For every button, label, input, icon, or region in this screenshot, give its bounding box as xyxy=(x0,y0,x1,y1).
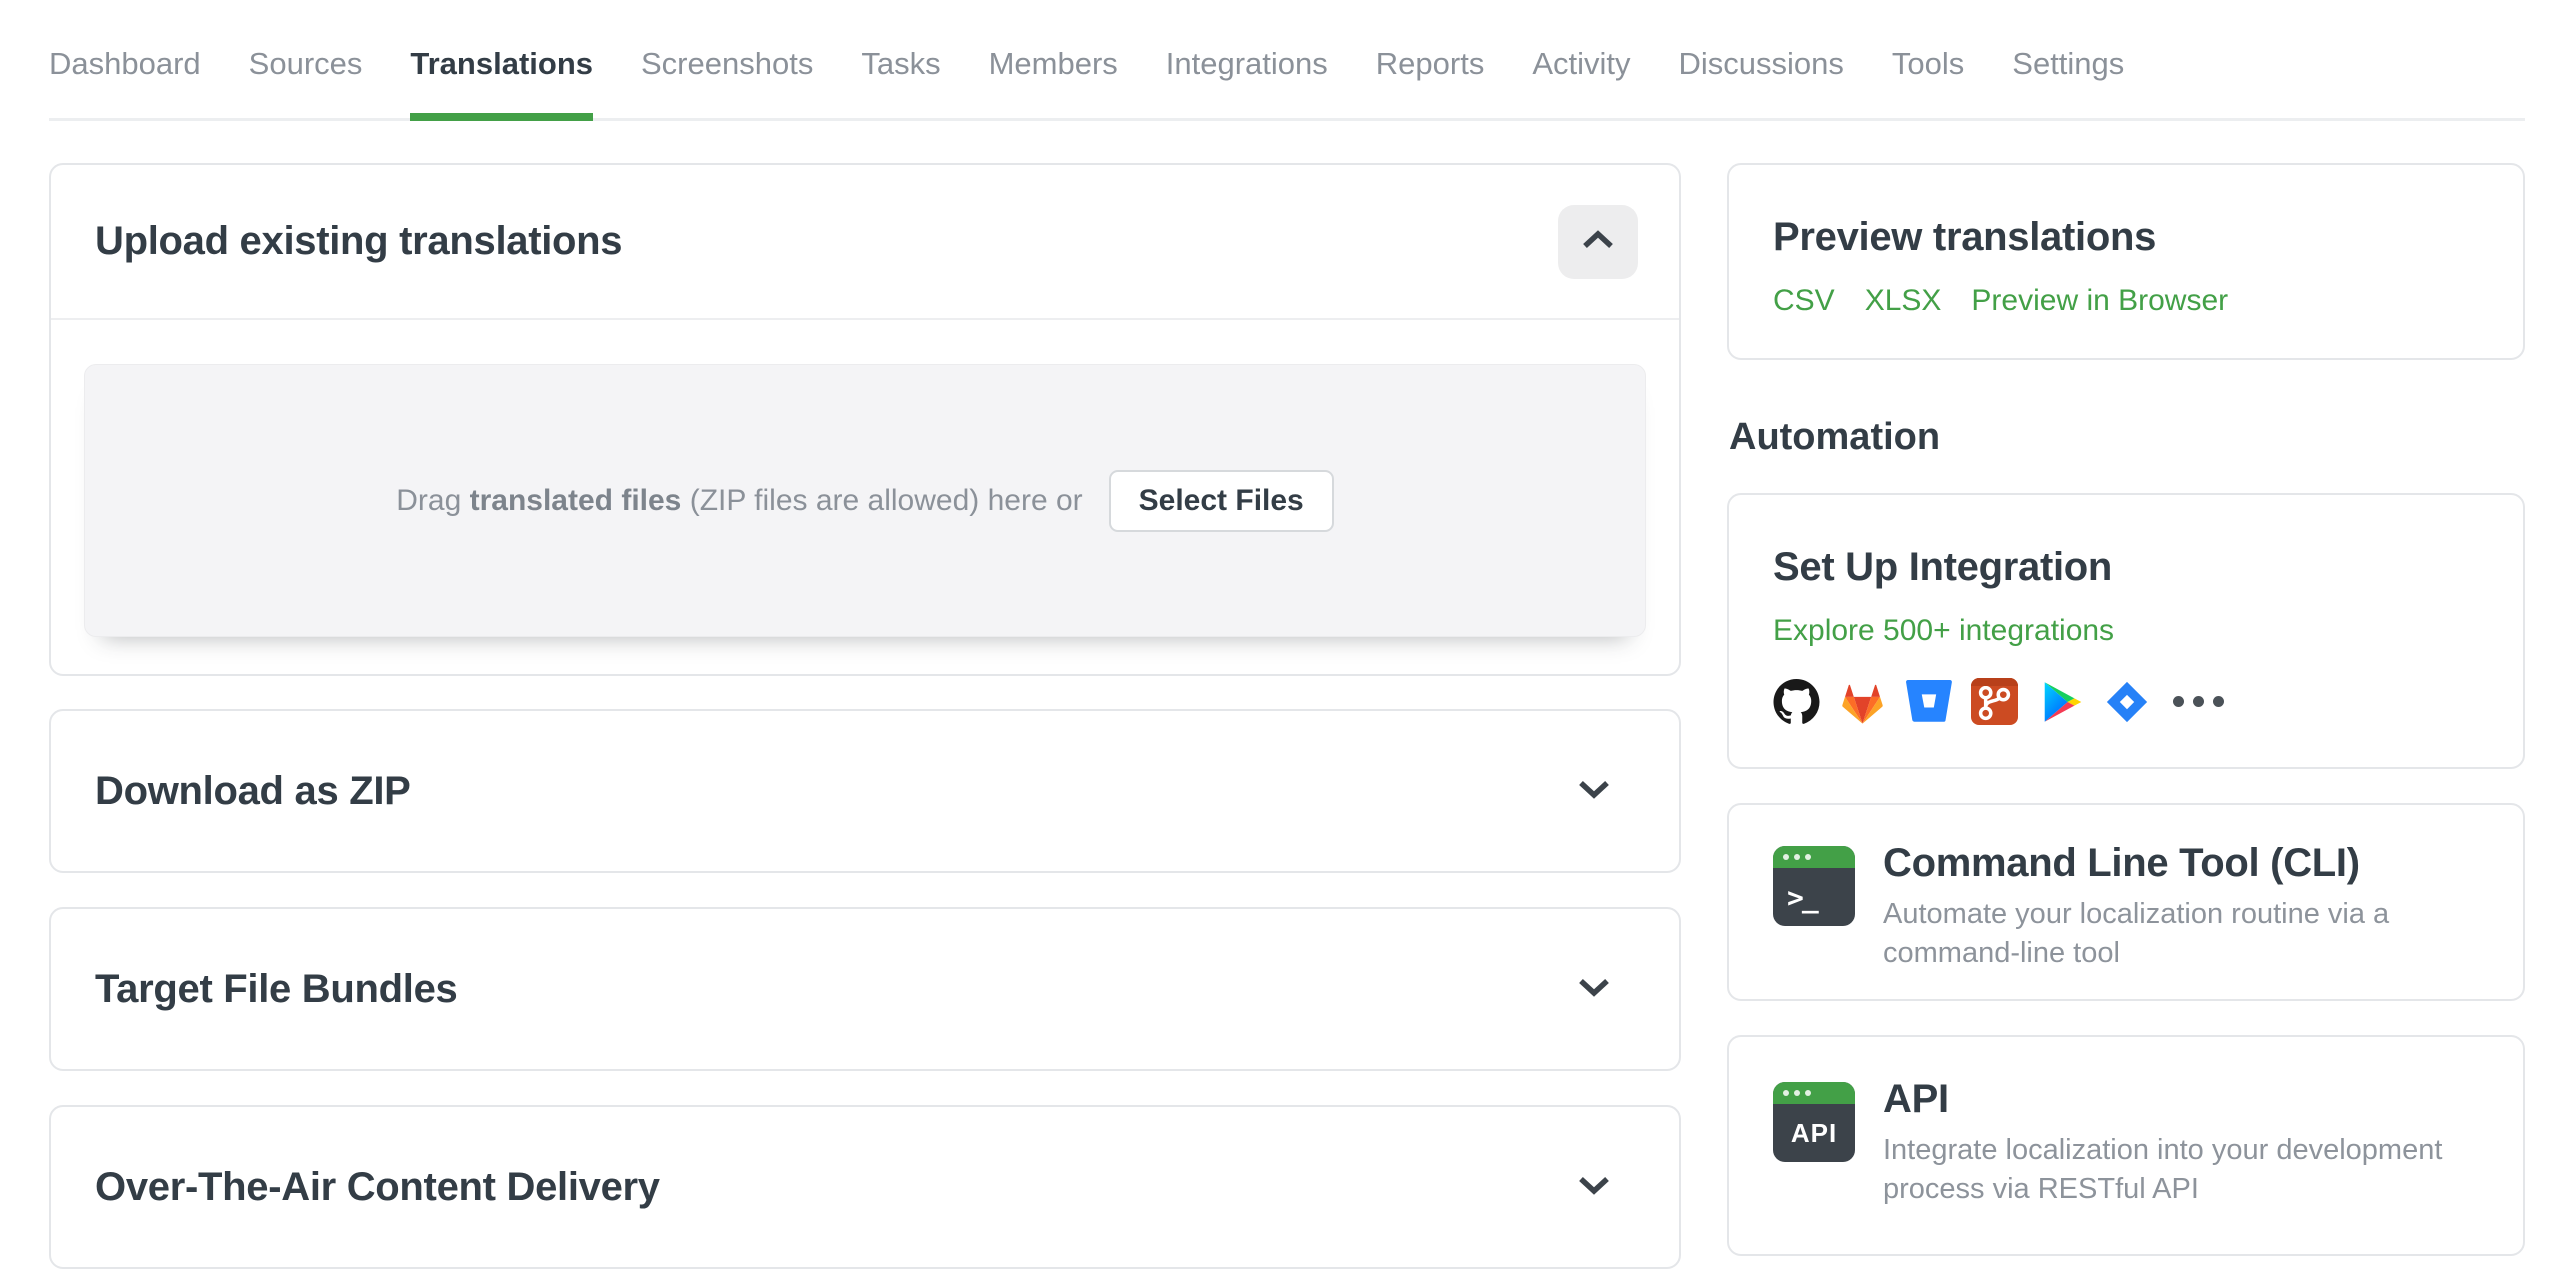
upload-existing-translations-card: Upload existing translations Drag transl… xyxy=(49,163,1681,676)
more-integrations-icon[interactable] xyxy=(2169,678,2227,725)
git-icon-lid xyxy=(1971,678,2018,686)
gitlab-icon[interactable] xyxy=(1839,678,1886,725)
github-icon[interactable] xyxy=(1773,678,1820,725)
terminal-prompt-label: >_ xyxy=(1787,880,1819,914)
chevron-up-icon xyxy=(1581,230,1615,253)
tab-dashboard[interactable]: Dashboard xyxy=(49,10,201,118)
preview-translations-card: Preview translations CSV XLSX Preview in… xyxy=(1727,163,2525,360)
dropzone-instructions: Drag translated files (ZIP files are all… xyxy=(396,483,1083,517)
preview-in-browser-link[interactable]: Preview in Browser xyxy=(1971,284,2228,318)
api-card[interactable]: API API Integrate localization into your… xyxy=(1727,1035,2525,1256)
cli-card-title: Command Line Tool (CLI) xyxy=(1883,841,2360,885)
download-as-zip-card[interactable]: Download as ZIP xyxy=(49,709,1681,873)
tab-translations[interactable]: Translations xyxy=(410,10,593,121)
set-up-integration-card: Set Up Integration Explore 500+ integrat… xyxy=(1727,493,2525,769)
terminal-icon: >_ xyxy=(1773,846,1855,926)
target-file-bundles-card[interactable]: Target File Bundles xyxy=(49,907,1681,1071)
automation-heading: Automation xyxy=(1729,416,1941,458)
upload-card-header: Upload existing translations xyxy=(51,165,1679,320)
select-files-button[interactable]: Select Files xyxy=(1108,469,1334,532)
ota-content-delivery-title: Over-The-Air Content Delivery xyxy=(95,1164,660,1209)
tab-tasks[interactable]: Tasks xyxy=(861,10,940,118)
api-icon: API xyxy=(1773,1082,1855,1162)
api-icon-label: API xyxy=(1790,1117,1838,1148)
tab-discussions[interactable]: Discussions xyxy=(1679,10,1844,118)
bitbucket-icon[interactable] xyxy=(1905,678,1952,725)
explore-integrations-link[interactable]: Explore 500+ integrations xyxy=(1773,614,2114,648)
tab-integrations[interactable]: Integrations xyxy=(1166,10,1328,118)
chevron-down-icon[interactable] xyxy=(1577,779,1611,804)
sidebar: Preview translations CSV XLSX Preview in… xyxy=(1727,163,2525,1288)
api-card-title: API xyxy=(1883,1077,1949,1121)
set-up-integration-title: Set Up Integration xyxy=(1773,545,2113,589)
tab-sources[interactable]: Sources xyxy=(249,10,363,118)
project-nav: Dashboard Sources Translations Screensho… xyxy=(49,0,2525,121)
upload-card-title: Upload existing translations xyxy=(95,219,623,263)
cli-card-text: Command Line Tool (CLI) Automate your lo… xyxy=(1883,841,2479,973)
git-icon[interactable] xyxy=(1971,678,2018,725)
file-dropzone[interactable]: Drag translated files (ZIP files are all… xyxy=(84,364,1646,637)
cli-card-description: Automate your localization routine via a… xyxy=(1883,898,2390,969)
download-as-zip-title: Download as ZIP xyxy=(95,768,411,813)
xlsx-link[interactable]: XLSX xyxy=(1865,284,1942,318)
jira-icon[interactable] xyxy=(2103,678,2150,725)
collapse-upload-button[interactable] xyxy=(1558,204,1638,279)
tab-reports[interactable]: Reports xyxy=(1376,10,1485,118)
chevron-down-icon[interactable] xyxy=(1577,977,1611,1002)
tab-settings[interactable]: Settings xyxy=(2012,10,2124,118)
preview-translations-title: Preview translations xyxy=(1773,215,2157,259)
chevron-down-icon[interactable] xyxy=(1577,1175,1611,1200)
tab-screenshots[interactable]: Screenshots xyxy=(641,10,813,118)
target-file-bundles-title: Target File Bundles xyxy=(95,966,458,1011)
upload-card-body: Drag translated files (ZIP files are all… xyxy=(51,320,1679,674)
api-card-description: Integrate localization into your develop… xyxy=(1883,1134,2443,1205)
tab-members[interactable]: Members xyxy=(989,10,1118,118)
over-the-air-content-delivery-card[interactable]: Over-The-Air Content Delivery xyxy=(49,1105,1681,1269)
cli-card[interactable]: >_ Command Line Tool (CLI) Automate your… xyxy=(1727,803,2525,1001)
tab-activity[interactable]: Activity xyxy=(1532,10,1630,118)
google-play-icon[interactable] xyxy=(2037,678,2084,725)
main-column: Upload existing translations Drag transl… xyxy=(49,163,1681,1288)
tab-tools[interactable]: Tools xyxy=(1892,10,1964,118)
preview-links-row: CSV XLSX Preview in Browser xyxy=(1773,284,2479,318)
integration-icons-row xyxy=(1773,678,2479,725)
csv-link[interactable]: CSV xyxy=(1773,284,1835,318)
api-card-text: API Integrate localization into your dev… xyxy=(1883,1077,2479,1209)
